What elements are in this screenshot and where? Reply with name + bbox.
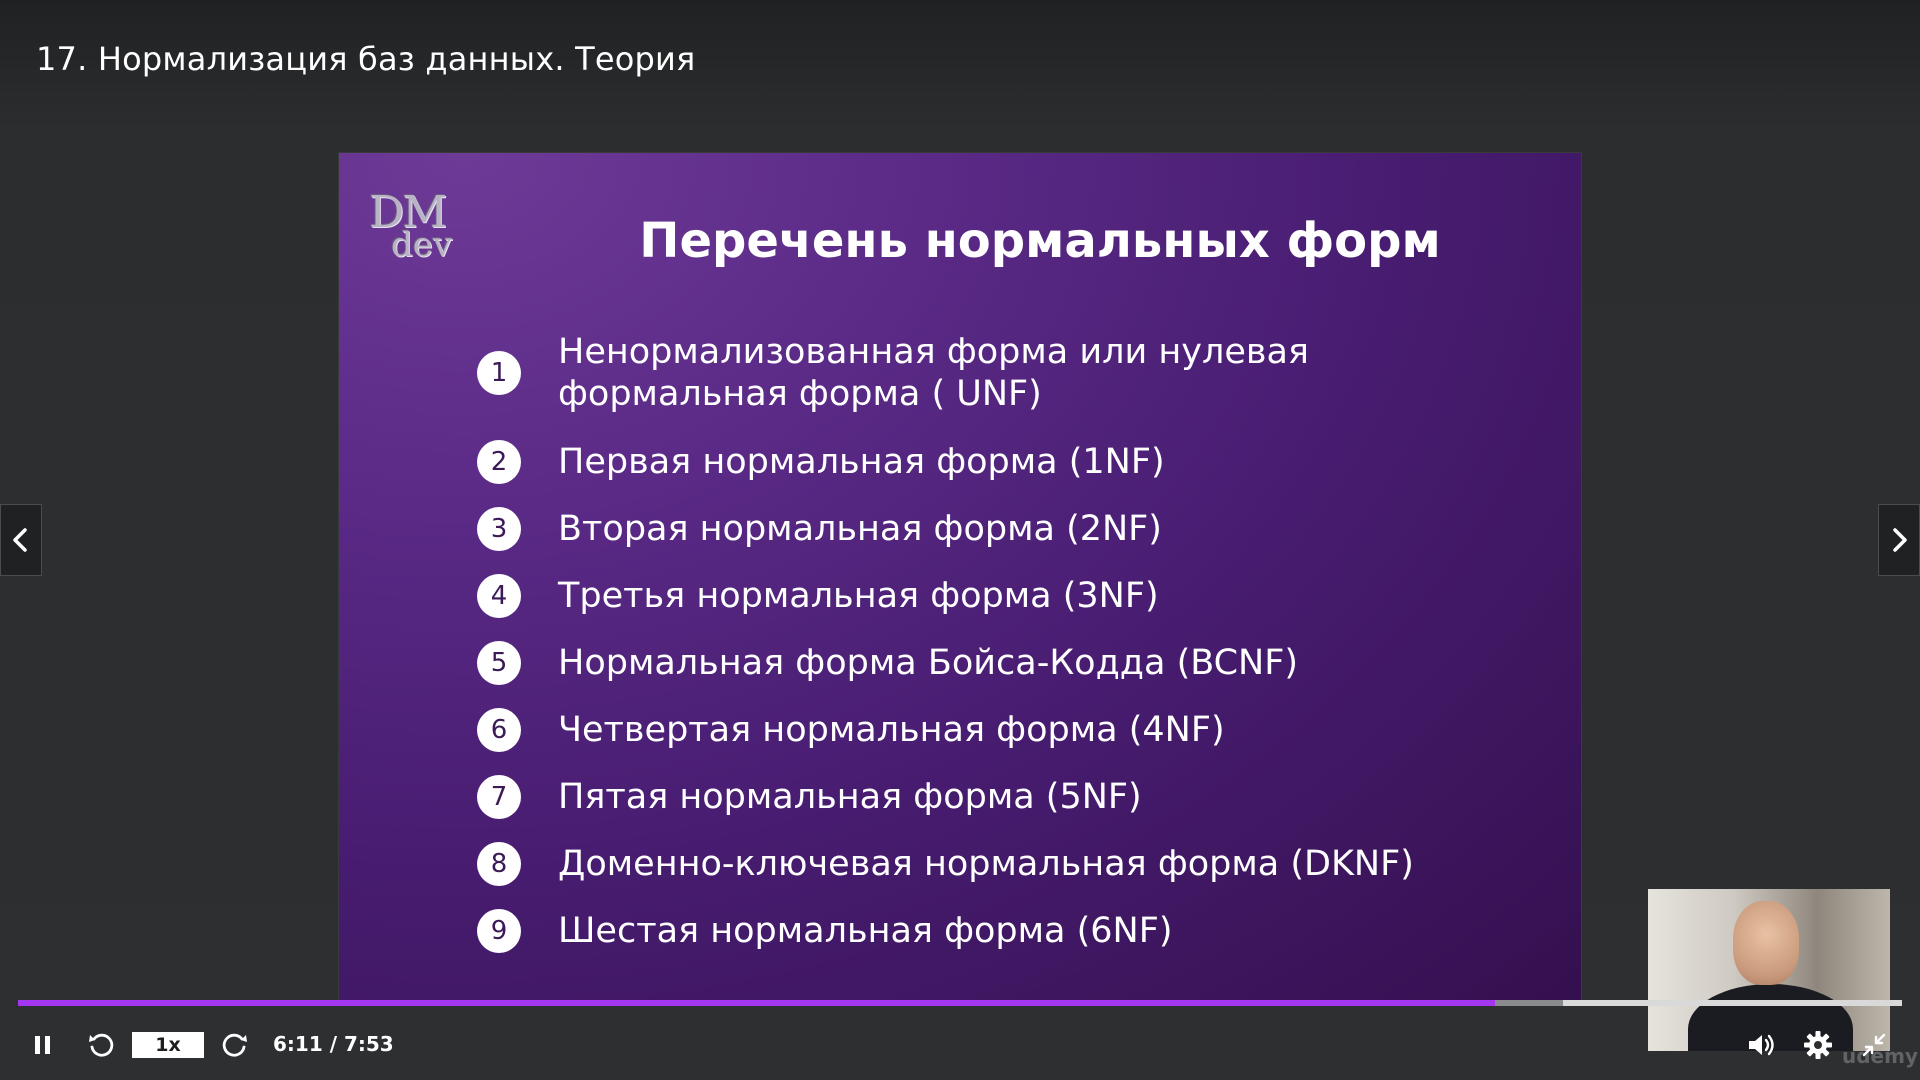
lecture-title: 17. Нормализация баз данных. Теория — [36, 40, 696, 78]
rewind-icon — [89, 1033, 114, 1057]
time-display: 6:11 / 7:53 — [273, 1032, 394, 1056]
list-item: 3 Вторая нормальная форма (2NF) — [477, 495, 1537, 562]
item-number-badge: 5 — [477, 640, 521, 685]
list-item: 6 Четвертая нормальная форма (4NF) — [477, 696, 1537, 763]
item-text: Пятая нормальная форма (5NF) — [558, 776, 1142, 817]
list-item: 2 Первая нормальная форма (1NF) — [477, 428, 1537, 495]
rewind-button[interactable] — [84, 1022, 118, 1068]
playback-speed-button[interactable]: 1x — [132, 1032, 204, 1058]
settings-button[interactable] — [1800, 1022, 1836, 1068]
volume-icon — [1749, 1034, 1774, 1056]
list-item: 7 Пятая нормальная форма (5NF) — [477, 763, 1537, 830]
forward-icon — [222, 1033, 247, 1057]
progress-bar[interactable] — [18, 1000, 1902, 1006]
item-number-badge: 3 — [477, 506, 521, 551]
item-number-badge: 9 — [477, 908, 521, 953]
chevron-left-icon — [13, 528, 27, 552]
item-text: Четвертая нормальная форма (4NF) — [558, 709, 1225, 750]
chevron-right-icon — [1893, 528, 1907, 552]
item-text: Шестая нормальная форма (6NF) — [558, 910, 1173, 951]
item-number-badge: 7 — [477, 774, 521, 819]
list-item: 9 Шестая нормальная форма (6NF) — [477, 897, 1537, 964]
item-number-badge: 1 — [477, 351, 521, 395]
next-lecture-button[interactable] — [1878, 504, 1920, 576]
previous-lecture-button[interactable] — [0, 504, 42, 576]
udemy-watermark: udemy — [1842, 1044, 1918, 1068]
pause-icon — [35, 1036, 50, 1054]
item-text: Вторая нормальная форма (2NF) — [558, 508, 1162, 549]
item-number-badge: 4 — [477, 573, 521, 618]
forward-button[interactable] — [218, 1022, 252, 1068]
list-item: 1 Ненормализованная форма или нулевая фо… — [477, 318, 1537, 428]
instructor-head — [1733, 901, 1799, 985]
normal-forms-list: 1 Ненормализованная форма или нулевая фо… — [477, 318, 1537, 964]
gear-icon — [1804, 1031, 1832, 1059]
item-number-badge: 2 — [477, 439, 521, 484]
volume-button[interactable] — [1744, 1022, 1780, 1068]
item-number-badge: 8 — [477, 841, 521, 886]
item-number-badge: 6 — [477, 707, 521, 752]
list-item: 8 Доменно-ключевая нормальная форма (DKN… — [477, 830, 1537, 897]
progress-played — [18, 1000, 1496, 1006]
slide-heading: Перечень нормальных форм — [639, 213, 1441, 269]
item-text: Доменно-ключевая нормальная форма (DKNF) — [558, 843, 1414, 884]
list-item: 5 Нормальная форма Бойса-Кодда (BCNF) — [477, 629, 1537, 696]
video-player: 17. Нормализация баз данных. Теория DM d… — [0, 0, 1920, 1080]
item-text: Ненормализованная форма или нулевая форм… — [558, 332, 1309, 414]
list-item: 4 Третья нормальная форма (3NF) — [477, 562, 1537, 629]
item-text: Третья нормальная форма (3NF) — [558, 575, 1159, 616]
pause-button[interactable] — [28, 1022, 58, 1068]
item-text: Первая нормальная форма (1NF) — [558, 441, 1165, 482]
lecture-slide: DM dev Перечень нормальных форм 1 Ненорм… — [339, 153, 1581, 1000]
item-text: Нормальная форма Бойса-Кодда (BCNF) — [558, 642, 1299, 683]
